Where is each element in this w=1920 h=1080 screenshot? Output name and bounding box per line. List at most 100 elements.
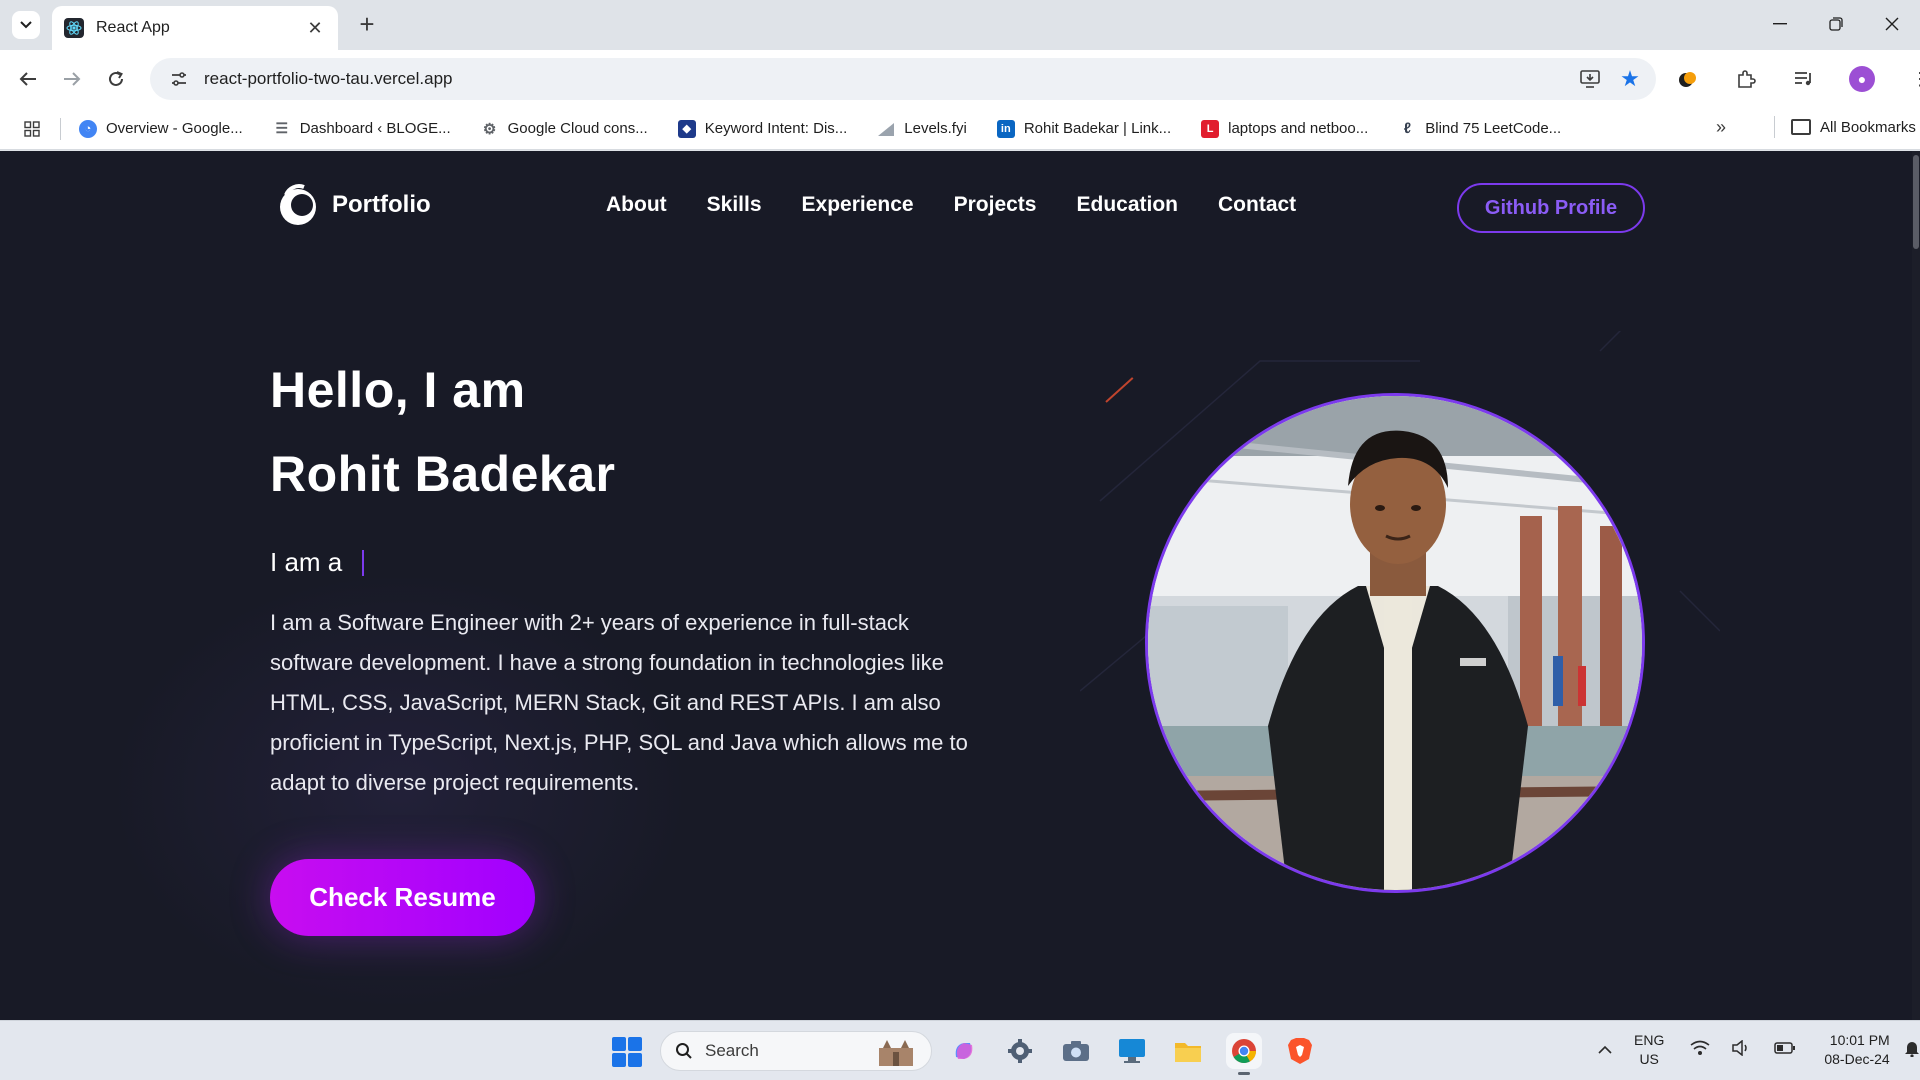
github-profile-button[interactable]: Github Profile — [1457, 183, 1645, 233]
bookmark-levels-fyi[interactable]: Levels.fyi — [877, 120, 967, 138]
new-tab-button[interactable]: + — [352, 10, 382, 40]
hero-greeting: Hello, I am — [270, 362, 526, 418]
settings-icon[interactable] — [1002, 1033, 1038, 1069]
extensions-puzzle-icon[interactable] — [1730, 63, 1762, 95]
arrow-right-icon — [64, 72, 81, 86]
file-explorer-icon[interactable] — [1170, 1033, 1206, 1069]
url-text: react-portfolio-two-tau.vercel.app — [204, 69, 453, 88]
tab-search-button[interactable] — [12, 11, 40, 39]
bookmark-star-icon[interactable]: ★ — [1618, 66, 1642, 91]
typing-prefix: I am a — [270, 547, 343, 577]
volume-icon[interactable] — [1732, 1039, 1752, 1060]
extension-badge-icon[interactable] — [1672, 63, 1704, 95]
portfolio-page: Portfolio About Skills Experience Projec… — [0, 151, 1920, 1020]
avatar-icon: ● — [1849, 66, 1875, 92]
nav-menu: About Skills Experience Projects Educati… — [606, 193, 1296, 217]
chrome-icon[interactable] — [1226, 1033, 1262, 1075]
bookmarks-bar: ◔ Overview - Google... ☰ Dashboard ‹ BLO… — [0, 108, 1920, 150]
react-icon — [64, 18, 84, 38]
dashboard-icon: ☰ — [275, 120, 288, 136]
search-label: Search — [705, 1041, 759, 1060]
linkedin-icon: in — [996, 119, 1015, 138]
battery-icon[interactable] — [1774, 1041, 1796, 1059]
chevron-up-icon[interactable] — [1598, 1042, 1612, 1059]
page-scrollbar[interactable] — [1912, 151, 1920, 1020]
bookmark-dashboard-bloge[interactable]: ☰ Dashboard ‹ BLOGE... — [273, 120, 451, 138]
notification-bell-icon[interactable] — [1904, 1039, 1920, 1061]
reload-icon — [109, 71, 123, 86]
window-controls — [1752, 0, 1920, 50]
arrow-left-icon — [19, 72, 36, 86]
minimize-button[interactable] — [1752, 0, 1808, 48]
nav-about[interactable]: About — [606, 193, 667, 217]
media-controls-icon[interactable] — [1788, 63, 1820, 95]
bookmark-google-cloud[interactable]: ⚙ Google Cloud cons... — [481, 120, 648, 138]
system-tray: ENG US 10:01 PM 08-Dec-24 — [1598, 1031, 1920, 1069]
bookmark-label: laptops and netboo... — [1228, 120, 1369, 137]
scrollbar-thumb[interactable] — [1913, 155, 1919, 249]
forward-button[interactable] — [56, 63, 88, 95]
bookmark-keyword-intent[interactable]: ◆ Keyword Intent: Dis... — [677, 119, 848, 138]
nav-experience[interactable]: Experience — [802, 193, 914, 217]
bookmark-overview-google[interactable]: ◔ Overview - Google... — [79, 119, 243, 138]
bookmark-label: Google Cloud cons... — [507, 120, 648, 137]
analytics-icon: ◔ — [79, 119, 97, 138]
leetcode-icon: ℓ — [1403, 120, 1411, 137]
browser-tab[interactable]: React App ✕ — [52, 6, 338, 50]
profile-avatar[interactable]: ● — [1846, 63, 1878, 95]
site-logo[interactable]: Portfolio — [276, 183, 431, 227]
taskbar-search[interactable]: Search — [660, 1031, 932, 1071]
all-bookmarks-button[interactable]: All Bookmarks — [1774, 116, 1916, 138]
close-icon[interactable]: ✕ — [304, 18, 326, 39]
taskbar-clock[interactable]: 10:01 PM 08-Dec-24 — [1824, 1031, 1889, 1069]
language-indicator[interactable]: ENG US — [1634, 1031, 1664, 1069]
region-code: US — [1639, 1051, 1659, 1067]
check-resume-button[interactable]: Check Resume — [270, 859, 535, 936]
menu-kebab-icon[interactable]: ⋮ — [1904, 63, 1920, 95]
reload-button[interactable] — [100, 63, 132, 95]
address-bar[interactable]: react-portfolio-two-tau.vercel.app ★ — [150, 58, 1656, 100]
windows-start-icon[interactable] — [612, 1037, 642, 1067]
hero-description: I am a Software Engineer with 2+ years o… — [270, 610, 968, 795]
site-navbar: Portfolio About Skills Experience Projec… — [0, 151, 1912, 261]
back-button[interactable] — [12, 63, 44, 95]
site-info-icon[interactable] — [168, 68, 190, 90]
bookmark-label: Dashboard ‹ BLOGE... — [299, 120, 451, 137]
chevron-double-right-icon[interactable]: » — [1716, 117, 1726, 138]
diamond-logo-icon: ◆ — [677, 119, 696, 138]
wifi-icon[interactable] — [1690, 1040, 1710, 1060]
gear-icon: ⚙ — [482, 120, 497, 138]
bookmark-label: Keyword Intent: Dis... — [704, 120, 848, 137]
brave-icon[interactable] — [1282, 1033, 1318, 1069]
typing-text: I am a — [270, 547, 365, 578]
folder-icon — [1791, 119, 1811, 135]
all-bookmarks-label: All Bookmarks — [1820, 118, 1916, 136]
bookmarks-divider — [60, 117, 61, 140]
taskbar-apps — [946, 1033, 1318, 1075]
clock-time: 10:01 PM — [1829, 1032, 1890, 1048]
typing-caret — [362, 549, 365, 576]
close-window-button[interactable] — [1864, 0, 1920, 48]
levels-chart-icon — [877, 120, 895, 138]
windows-taskbar: Search ENG US 10:01 PM 08-Dec-24 — [0, 1020, 1920, 1080]
remote-desktop-icon[interactable] — [1114, 1033, 1150, 1069]
bookmark-linkedin[interactable]: in Rohit Badekar | Link... — [996, 119, 1172, 138]
logo-icon — [276, 183, 320, 227]
nav-skills[interactable]: Skills — [707, 193, 762, 217]
clock-date: 08-Dec-24 — [1824, 1051, 1890, 1067]
apps-grid-icon[interactable] — [20, 117, 44, 141]
browser-toolbar: react-portfolio-two-tau.vercel.app ★ ● ⋮ — [0, 50, 1920, 108]
camera-icon[interactable] — [1058, 1033, 1094, 1069]
restore-button[interactable] — [1808, 0, 1864, 48]
person-photo-illustration — [1148, 396, 1642, 890]
bookmark-label: Blind 75 LeetCode... — [1425, 120, 1562, 137]
bookmark-laptops[interactable]: L laptops and netboo... — [1201, 119, 1369, 138]
nav-education[interactable]: Education — [1076, 193, 1178, 217]
bookmark-label: Rohit Badekar | Link... — [1023, 120, 1172, 137]
nav-projects[interactable]: Projects — [954, 193, 1037, 217]
copilot-icon[interactable] — [946, 1033, 982, 1069]
install-app-icon[interactable] — [1578, 67, 1602, 91]
bookmark-blind-75[interactable]: ℓ Blind 75 LeetCode... — [1398, 120, 1562, 138]
cathedral-search-highlight-icon — [879, 1040, 913, 1066]
nav-contact[interactable]: Contact — [1218, 193, 1296, 217]
